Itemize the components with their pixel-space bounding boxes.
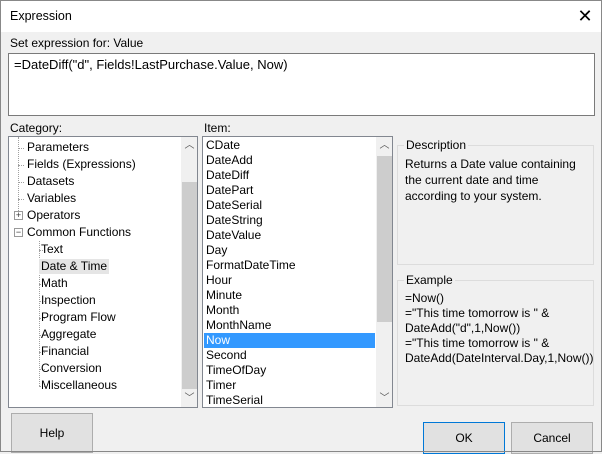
tree-item[interactable]: Aggregate — [39, 327, 98, 342]
tree-item[interactable]: Datasets — [25, 174, 76, 189]
tree-item[interactable]: Common Functions — [25, 225, 133, 240]
scroll-down-icon[interactable]: ﹀ — [376, 390, 392, 407]
scroll-thumb[interactable] — [377, 156, 392, 322]
tree-item[interactable]: Operators — [25, 208, 82, 223]
list-item[interactable]: Month — [204, 303, 375, 318]
list-item[interactable]: DateValue — [204, 228, 375, 243]
list-item[interactable]: DateString — [204, 213, 375, 228]
category-label: Category: — [10, 121, 63, 135]
window-title: Expression — [10, 9, 72, 23]
tree-item[interactable]: Inspection — [39, 293, 98, 308]
tree-connector — [18, 148, 24, 149]
list-item[interactable]: DateAdd — [204, 153, 375, 168]
ok-button[interactable]: OK — [423, 422, 505, 454]
list-item[interactable]: CDate — [204, 138, 375, 153]
example-group: Example =Now() ="This time tomorrow is " … — [397, 273, 594, 406]
close-icon[interactable]: ✕ — [574, 5, 596, 27]
example-line: =Now() — [405, 291, 445, 305]
list-item[interactable]: Second — [204, 348, 375, 363]
list-item[interactable]: DateDiff — [204, 168, 375, 183]
list-item[interactable]: Minute — [204, 288, 375, 303]
tree-item[interactable]: Conversion — [39, 361, 104, 376]
example-title: Example — [404, 273, 455, 287]
category-scrollbar[interactable]: ︿ ﹀ — [181, 137, 197, 407]
list-item[interactable]: FormatDateTime — [204, 258, 375, 273]
item-list[interactable]: ︿ ﹀ CDate DateAdd DateDiff DatePart DateSeri… — [202, 136, 393, 408]
scroll-up-icon[interactable]: ︿ — [376, 137, 392, 154]
example-line: ="This time tomorrow is " & — [405, 306, 550, 320]
list-item[interactable]: DateSerial — [204, 198, 375, 213]
tree-connector — [18, 165, 24, 166]
list-item[interactable]: Timer — [204, 378, 375, 393]
tree-item[interactable]: Date & Time — [39, 259, 110, 274]
minus-expander-icon[interactable]: − — [14, 228, 23, 237]
example-line: DateAdd(DateInterval.Day,1,Now()) — [405, 351, 594, 365]
tree-line — [18, 137, 19, 217]
item-scrollbar[interactable]: ︿ ﹀ — [376, 137, 392, 407]
list-item[interactable]: Now — [204, 333, 375, 348]
tree-connector — [18, 182, 24, 183]
category-tree[interactable]: ︿ ﹀ Parameters Fields (Expressions) Datase… — [8, 136, 198, 408]
list-item[interactable]: DatePart — [204, 183, 375, 198]
list-item[interactable]: Hour — [204, 273, 375, 288]
scroll-up-icon[interactable]: ︿ — [181, 137, 197, 154]
list-item[interactable]: Day — [204, 243, 375, 258]
list-item[interactable]: TimeOfDay — [204, 363, 375, 378]
example-line: DateAdd("d",1,Now()) — [405, 321, 521, 335]
tree-connector — [18, 199, 24, 200]
tree-item[interactable]: Text — [39, 242, 65, 257]
help-button[interactable]: Help — [11, 413, 93, 453]
tree-item[interactable]: Fields (Expressions) — [25, 157, 138, 172]
expression-label: Set expression for: Value — [10, 36, 144, 50]
description-group: Description Returns a Date value contain… — [397, 138, 594, 265]
expression-input[interactable]: =DateDiff("d", Fields!LastPurchase.Value… — [8, 53, 595, 116]
item-label: Item: — [204, 121, 231, 135]
tree-item[interactable]: Program Flow — [39, 310, 118, 325]
example-line: ="This time tomorrow is " & — [405, 336, 550, 350]
cancel-button[interactable]: Cancel — [511, 422, 593, 454]
tree-item[interactable]: Financial — [39, 344, 91, 359]
list-item[interactable]: TimeSerial — [204, 393, 375, 407]
list-item[interactable]: MonthName — [204, 318, 375, 333]
title-bar — [0, 0, 602, 32]
description-title: Description — [404, 138, 469, 152]
description-text: Returns a Date value containing the curr… — [405, 157, 576, 203]
tree-item[interactable]: Variables — [25, 191, 78, 206]
tree-item[interactable]: Miscellaneous — [39, 378, 119, 393]
scroll-down-icon[interactable]: ﹀ — [181, 390, 197, 407]
scroll-thumb[interactable] — [182, 182, 197, 389]
tree-item[interactable]: Parameters — [25, 140, 91, 155]
tree-item[interactable]: Math — [39, 276, 70, 291]
plus-expander-icon[interactable]: + — [14, 211, 23, 220]
